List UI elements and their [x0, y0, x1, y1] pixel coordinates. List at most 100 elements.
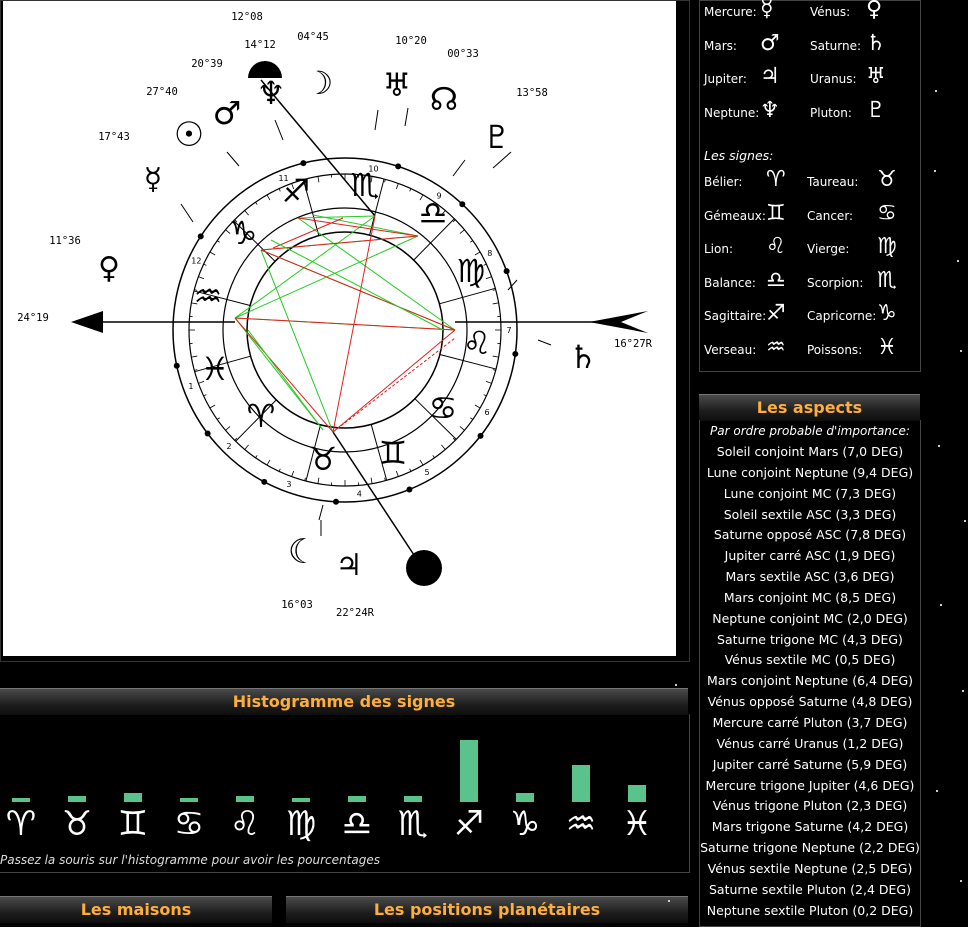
sign-legend-label: Vierge:: [807, 242, 849, 256]
sign-legend-glyph-icon: ♒: [766, 335, 786, 360]
histogram-bar[interactable]: [404, 796, 422, 802]
aspect-item: Lune conjoint MC (7,3 DEG): [700, 484, 920, 505]
planet-legend-glyph-icon: ♃: [760, 64, 780, 89]
histogram-sign-icon: ♓: [612, 804, 662, 844]
background-star: [957, 260, 959, 262]
histogram-bar[interactable]: [124, 793, 142, 802]
histogram-bar[interactable]: [348, 796, 366, 802]
histogram-sign-icon: ♎: [332, 804, 382, 844]
histogram-bar[interactable]: [628, 785, 646, 802]
histogram-panel[interactable]: ♈♉♊♋♌♍♎♏♐♑♒♓ Passez la souris sur l'hist…: [0, 714, 690, 873]
aspect-item: Vénus trigone Pluton (2,3 DEG): [700, 796, 920, 817]
houses-tab[interactable]: Les maisons: [0, 896, 272, 923]
aspect-item: Neptune sextile Pluton (0,2 DEG): [700, 901, 920, 922]
planet-legend-glyph-icon: ♆: [760, 98, 780, 123]
sign-legend-label: Bélier:: [704, 175, 742, 189]
aspect-item: Jupiter carré ASC (1,9 DEG): [700, 546, 920, 567]
histogram-bar[interactable]: [572, 765, 590, 802]
aspect-item: Mars conjoint Neptune (6,4 DEG): [700, 671, 920, 692]
sign-legend-glyph-icon: ♉: [877, 167, 897, 192]
histogram-sign-icon: ♈: [0, 804, 46, 844]
aspect-item: Vénus sextile MC (0,5 DEG): [700, 650, 920, 671]
planet-legend-label: Neptune:: [704, 106, 759, 120]
signs-legend-title: Les signes:: [704, 148, 773, 163]
aspect-item: Saturne sextile Pluton (2,4 DEG): [700, 880, 920, 901]
planet-legend-glyph-icon: ♅: [866, 64, 886, 89]
sign-legend-label: Verseau:: [704, 343, 756, 357]
aspect-item: Saturne trigone Neptune (2,2 DEG): [700, 838, 920, 859]
aspect-item: Saturne opposé ASC (7,8 DEG): [700, 525, 920, 546]
histogram-bar[interactable]: [516, 793, 534, 802]
sign-legend-glyph-icon: ♍: [877, 234, 897, 259]
aspects-list: Soleil conjoint Mars (7,0 DEG)Lune conjo…: [700, 442, 920, 921]
histogram-bar[interactable]: [180, 798, 198, 802]
planet-legend-glyph-icon: ☿: [760, 0, 774, 22]
planet-legend-label: Mars:: [704, 39, 737, 53]
sign-legend-glyph-icon: ♈: [766, 167, 786, 192]
aspect-item: Vénus opposé Saturne (4,8 DEG): [700, 692, 920, 713]
background-star: [675, 684, 677, 686]
sign-legend-label: Capricorne:: [807, 309, 876, 323]
aspect-item: Lune conjoint Neptune (9,4 DEG): [700, 463, 920, 484]
aspect-item: Saturne trigone MC (4,3 DEG): [700, 630, 920, 651]
aspect-item: Neptune conjoint MC (2,0 DEG): [700, 609, 920, 630]
planet-legend-glyph-icon: ♀: [866, 0, 882, 22]
sign-legend-label: Taureau:: [807, 175, 858, 189]
sign-legend-glyph-icon: ♌: [766, 234, 786, 259]
histogram-bar[interactable]: [236, 796, 254, 802]
background-star: [936, 790, 938, 792]
sign-legend-label: Cancer:: [807, 209, 853, 223]
histogram-sign-icon: ♑: [500, 804, 550, 844]
aspect-item: Mercure carré Pluton (3,7 DEG): [700, 713, 920, 734]
planet-legend-label: Vénus:: [810, 5, 850, 19]
aspect-item: Soleil sextile ASC (3,3 DEG): [700, 505, 920, 526]
sign-legend-label: Sagittaire:: [704, 309, 766, 323]
sign-legend-glyph-icon: ♓: [877, 335, 897, 360]
planet-legend-label: Saturne:: [810, 39, 861, 53]
background-star: [934, 170, 936, 172]
histogram-sign-icon: ♋: [164, 804, 214, 844]
planet-legend-glyph-icon: ♂: [760, 31, 780, 56]
background-star: [938, 445, 940, 447]
histogram-sign-icon: ♉: [52, 804, 102, 844]
sign-legend-glyph-icon: ♐: [766, 301, 786, 326]
planet-legend-label: Jupiter:: [704, 72, 747, 86]
chart-panel-border: [0, 0, 690, 662]
background-star: [962, 690, 964, 692]
sign-legend-label: Poissons:: [807, 343, 862, 357]
aspect-item: Vénus sextile Neptune (2,5 DEG): [700, 859, 920, 880]
background-star: [935, 90, 937, 92]
aspect-item: Jupiter carré Saturne (5,9 DEG): [700, 755, 920, 776]
planet-positions-tab[interactable]: Les positions planétaires: [286, 896, 688, 923]
planet-legend-label: Mercure:: [704, 5, 757, 19]
histogram-bar[interactable]: [12, 798, 30, 802]
histogram-bar[interactable]: [292, 798, 310, 802]
aspect-item: Mars conjoint MC (8,5 DEG): [700, 588, 920, 609]
histogram-sign-icon: ♏: [388, 804, 438, 844]
histogram-sign-icon: ♐: [444, 804, 494, 844]
histogram-bar[interactable]: [460, 740, 478, 802]
sign-legend-glyph-icon: ♑: [877, 301, 897, 326]
sign-legend-glyph-icon: ♎: [766, 268, 786, 293]
sign-legend-label: Lion:: [704, 242, 733, 256]
sign-legend-glyph-icon: ♊: [766, 201, 786, 226]
histogram-header: Histogramme des signes: [0, 688, 688, 715]
histogram-sign-icon: ♒: [556, 804, 606, 844]
sign-legend-label: Balance:: [704, 276, 756, 290]
aspect-item: Mars trigone Saturne (4,2 DEG): [700, 817, 920, 838]
aspects-header: Les aspects: [699, 394, 920, 421]
aspect-item: Mars sextile ASC (3,6 DEG): [700, 567, 920, 588]
histogram-sign-icon: ♍: [276, 804, 326, 844]
planet-legend-label: Pluton:: [810, 106, 852, 120]
histogram-sign-icon: ♊: [108, 804, 158, 844]
sign-legend-glyph-icon: ♋: [877, 201, 897, 226]
aspects-panel: Par ordre probable d'importance: Soleil …: [699, 420, 921, 927]
sign-legend-label: Scorpion:: [807, 276, 863, 290]
background-star: [960, 350, 962, 352]
aspect-item: Soleil conjoint Mars (7,0 DEG): [700, 442, 920, 463]
histogram-sign-icon: ♌: [220, 804, 270, 844]
histogram-bar[interactable]: [68, 796, 86, 802]
planet-legend-glyph-icon: ♇: [866, 98, 886, 123]
sign-legend-glyph-icon: ♏: [877, 268, 897, 293]
planet-legend-glyph-icon: ♄: [866, 31, 886, 56]
